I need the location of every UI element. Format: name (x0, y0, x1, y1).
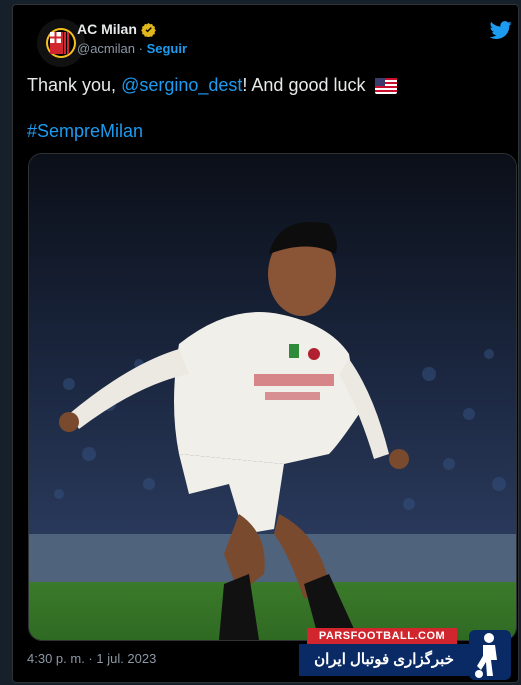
hashtag-link[interactable]: #SempreMilan (27, 121, 143, 142)
handle[interactable]: @acmilan (77, 41, 135, 56)
watermark-tagline: خبرگزاری فوتبال ایران (299, 644, 469, 676)
tweet-text: Thank you, @sergino_dest! And good luck (27, 75, 397, 96)
player-silhouette-icon (475, 633, 497, 678)
handle-row: @acmilan · Seguir (77, 41, 187, 56)
separator: · (138, 41, 143, 56)
watermark-logo (469, 630, 511, 680)
verified-badge-icon (141, 22, 156, 37)
follow-button[interactable]: Seguir (147, 41, 187, 56)
media-image[interactable] (28, 153, 517, 641)
football-player-photo (29, 154, 516, 640)
tweet-card: AC Milan @acmilan · Seguir Thank you, @s… (12, 4, 519, 683)
us-flag-icon (374, 78, 397, 94)
mention-link[interactable]: @sergino_dest (121, 75, 242, 95)
timestamp[interactable]: 4:30 p. m. · 1 jul. 2023 (27, 651, 156, 666)
tweet-text-suffix: ! And good luck (242, 75, 366, 95)
twitter-bird-icon[interactable] (490, 19, 512, 41)
display-name[interactable]: AC Milan (77, 21, 137, 37)
tweet-text-prefix: Thank you, (27, 75, 122, 95)
watermark-site: PARSFOOTBALL.COM (307, 628, 457, 644)
parsfootball-watermark: PARSFOOTBALL.COM خبرگزاری فوتبال ایران (299, 626, 511, 683)
